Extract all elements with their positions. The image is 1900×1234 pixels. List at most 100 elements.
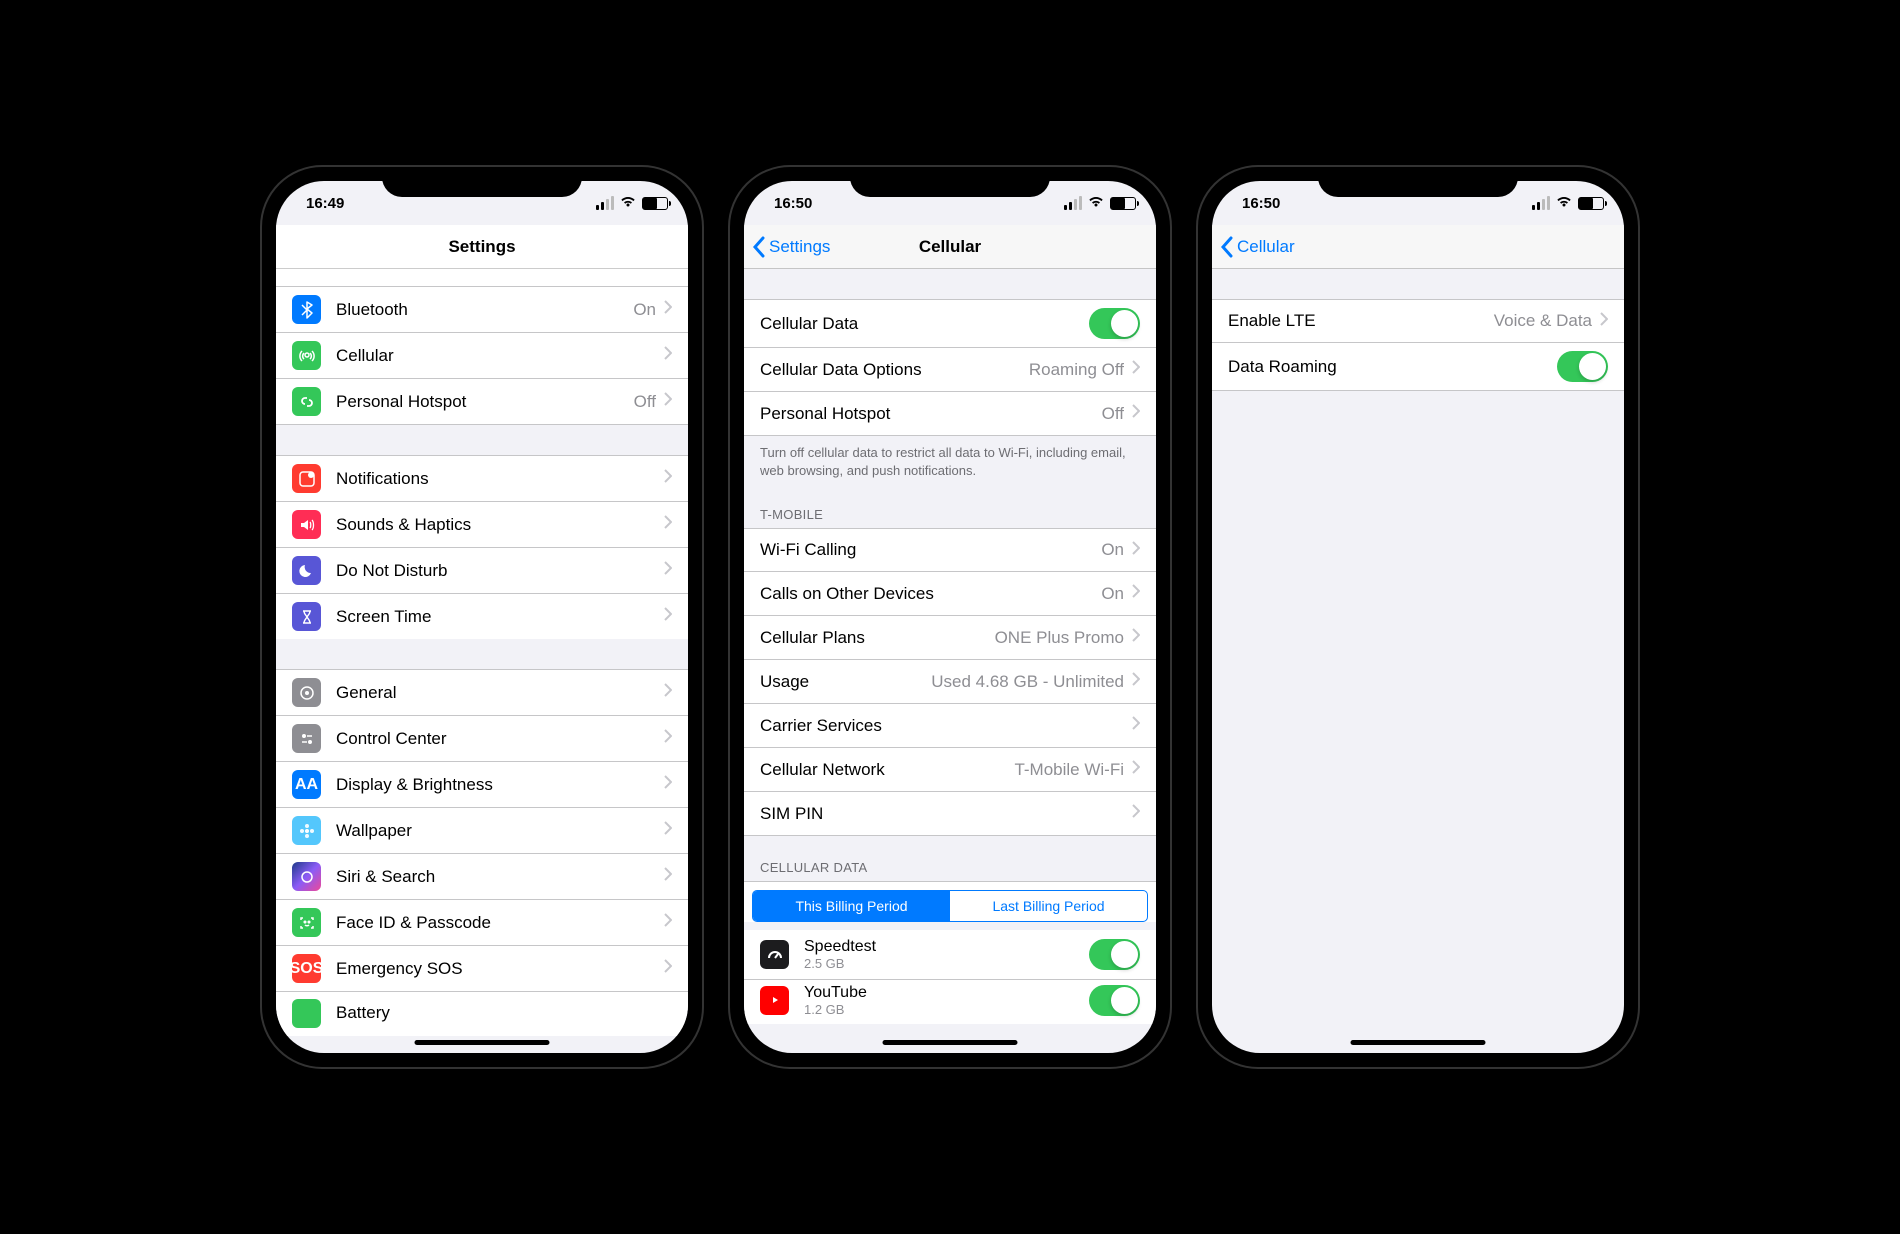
row-app-speedtest[interactable]: Speedtest 2.5 GB xyxy=(744,930,1156,980)
chevron-right-icon xyxy=(1600,312,1608,331)
home-indicator[interactable] xyxy=(415,1040,550,1045)
chevron-right-icon xyxy=(664,607,672,626)
speaker-icon xyxy=(292,510,321,539)
battery-icon xyxy=(1110,197,1136,210)
chevron-right-icon xyxy=(664,913,672,932)
cellular-data-footer: Turn off cellular data to restrict all d… xyxy=(744,436,1156,483)
back-button[interactable]: Cellular xyxy=(1220,236,1295,258)
chevron-right-icon xyxy=(664,300,672,319)
chevron-right-icon xyxy=(664,867,672,886)
row-personal-hotspot[interactable]: Personal Hotspot Off xyxy=(744,392,1156,436)
chevron-right-icon xyxy=(664,959,672,978)
segment-last-period[interactable]: Last Billing Period xyxy=(950,891,1147,921)
row-enable-lte[interactable]: Enable LTE Voice & Data xyxy=(1212,299,1624,343)
chevron-right-icon xyxy=(664,821,672,840)
chevron-right-icon xyxy=(664,683,672,702)
phone-cellular-data-options: 16:50 Cellular Enable LTE Voice & Data D… xyxy=(1198,167,1638,1067)
battery-settings-icon xyxy=(292,999,321,1028)
chevron-right-icon xyxy=(1132,672,1140,691)
notch xyxy=(382,167,582,197)
segment-this-period[interactable]: This Billing Period xyxy=(753,891,950,921)
chevron-right-icon xyxy=(664,515,672,534)
phone-cellular: 16:50 Settings Cellular Cellular Data Ce… xyxy=(730,167,1170,1067)
wifi-icon xyxy=(620,195,636,212)
row-display-brightness[interactable]: AA Display & Brightness xyxy=(276,762,688,808)
battery-icon xyxy=(642,197,668,210)
notch xyxy=(1318,167,1518,197)
signal-icon xyxy=(596,196,614,210)
app-data-toggle[interactable] xyxy=(1089,985,1140,1016)
row-personal-hotspot[interactable]: Personal Hotspot Off xyxy=(276,379,688,425)
row-bluetooth[interactable]: Bluetooth On xyxy=(276,287,688,333)
chevron-right-icon xyxy=(1132,360,1140,379)
wifi-icon xyxy=(1556,195,1572,212)
flower-icon xyxy=(292,816,321,845)
notch xyxy=(850,167,1050,197)
chevron-right-icon xyxy=(1132,584,1140,603)
row-data-roaming[interactable]: Data Roaming xyxy=(1212,343,1624,391)
wifi-icon xyxy=(1088,195,1104,212)
row-cellular-data-options[interactable]: Cellular Data Options Roaming Off xyxy=(744,348,1156,392)
home-indicator[interactable] xyxy=(1351,1040,1486,1045)
row-sim-pin[interactable]: SIM PIN xyxy=(744,792,1156,836)
chevron-right-icon xyxy=(1132,628,1140,647)
chevron-right-icon xyxy=(664,729,672,748)
section-header-carrier: T-MOBILE xyxy=(744,483,1156,528)
back-button[interactable]: Settings xyxy=(752,236,830,258)
row-sounds-haptics[interactable]: Sounds & Haptics xyxy=(276,502,688,548)
navbar: Settings Cellular xyxy=(744,225,1156,269)
chevron-right-icon xyxy=(664,469,672,488)
hourglass-icon xyxy=(292,602,321,631)
chevron-right-icon xyxy=(1132,716,1140,735)
battery-icon xyxy=(1578,197,1604,210)
settings-list[interactable]: Bluetooth On Cellular Personal Hotspot O… xyxy=(276,269,688,1053)
signal-icon xyxy=(1532,196,1550,210)
cellular-list[interactable]: Cellular Data Cellular Data Options Roam… xyxy=(744,269,1156,1053)
text-size-icon: AA xyxy=(292,770,321,799)
row-battery[interactable]: Battery xyxy=(276,992,688,1036)
home-indicator[interactable] xyxy=(883,1040,1018,1045)
row-carrier-services[interactable]: Carrier Services xyxy=(744,704,1156,748)
row-control-center[interactable]: Control Center xyxy=(276,716,688,762)
youtube-app-icon xyxy=(760,986,789,1015)
link-icon xyxy=(292,387,321,416)
billing-period-segmented[interactable]: This Billing Period Last Billing Period xyxy=(752,890,1148,922)
row-siri-search[interactable]: Siri & Search xyxy=(276,854,688,900)
row-general[interactable]: General xyxy=(276,669,688,716)
row-screen-time[interactable]: Screen Time xyxy=(276,594,688,639)
status-time: 16:49 xyxy=(306,195,344,212)
row-do-not-disturb[interactable]: Do Not Disturb xyxy=(276,548,688,594)
notifications-icon xyxy=(292,464,321,493)
chevron-right-icon xyxy=(1132,404,1140,423)
row-wifi-calling[interactable]: Wi-Fi Calling On xyxy=(744,528,1156,572)
status-time: 16:50 xyxy=(774,195,812,212)
navbar: Settings xyxy=(276,225,688,269)
row-cellular-network[interactable]: Cellular Network T-Mobile Wi-Fi xyxy=(744,748,1156,792)
section-header-cellular-data: CELLULAR DATA xyxy=(744,836,1156,881)
data-roaming-toggle[interactable] xyxy=(1557,351,1608,382)
row-cellular-plans[interactable]: Cellular Plans ONE Plus Promo xyxy=(744,616,1156,660)
face-id-icon xyxy=(292,908,321,937)
nav-title: Settings xyxy=(448,237,515,257)
row-app-youtube[interactable]: YouTube 1.2 GB xyxy=(744,980,1156,1024)
row-emergency-sos[interactable]: SOS Emergency SOS xyxy=(276,946,688,992)
nav-title: Cellular xyxy=(919,237,981,257)
chevron-right-icon xyxy=(1132,760,1140,779)
row-wallpaper[interactable]: Wallpaper xyxy=(276,808,688,854)
row-usage[interactable]: Usage Used 4.68 GB - Unlimited xyxy=(744,660,1156,704)
row-cellular[interactable]: Cellular xyxy=(276,333,688,379)
chevron-right-icon xyxy=(1132,541,1140,560)
status-time: 16:50 xyxy=(1242,195,1280,212)
switches-icon xyxy=(292,724,321,753)
signal-icon xyxy=(1064,196,1082,210)
row-cellular-data[interactable]: Cellular Data xyxy=(744,299,1156,348)
app-data-toggle[interactable] xyxy=(1089,939,1140,970)
row-notifications[interactable]: Notifications xyxy=(276,455,688,502)
row-face-id-passcode[interactable]: Face ID & Passcode xyxy=(276,900,688,946)
cellular-options-list[interactable]: Enable LTE Voice & Data Data Roaming xyxy=(1212,269,1624,1053)
speedtest-app-icon xyxy=(760,940,789,969)
antenna-icon xyxy=(292,341,321,370)
chevron-right-icon xyxy=(664,775,672,794)
cellular-data-toggle[interactable] xyxy=(1089,308,1140,339)
row-calls-other-devices[interactable]: Calls on Other Devices On xyxy=(744,572,1156,616)
